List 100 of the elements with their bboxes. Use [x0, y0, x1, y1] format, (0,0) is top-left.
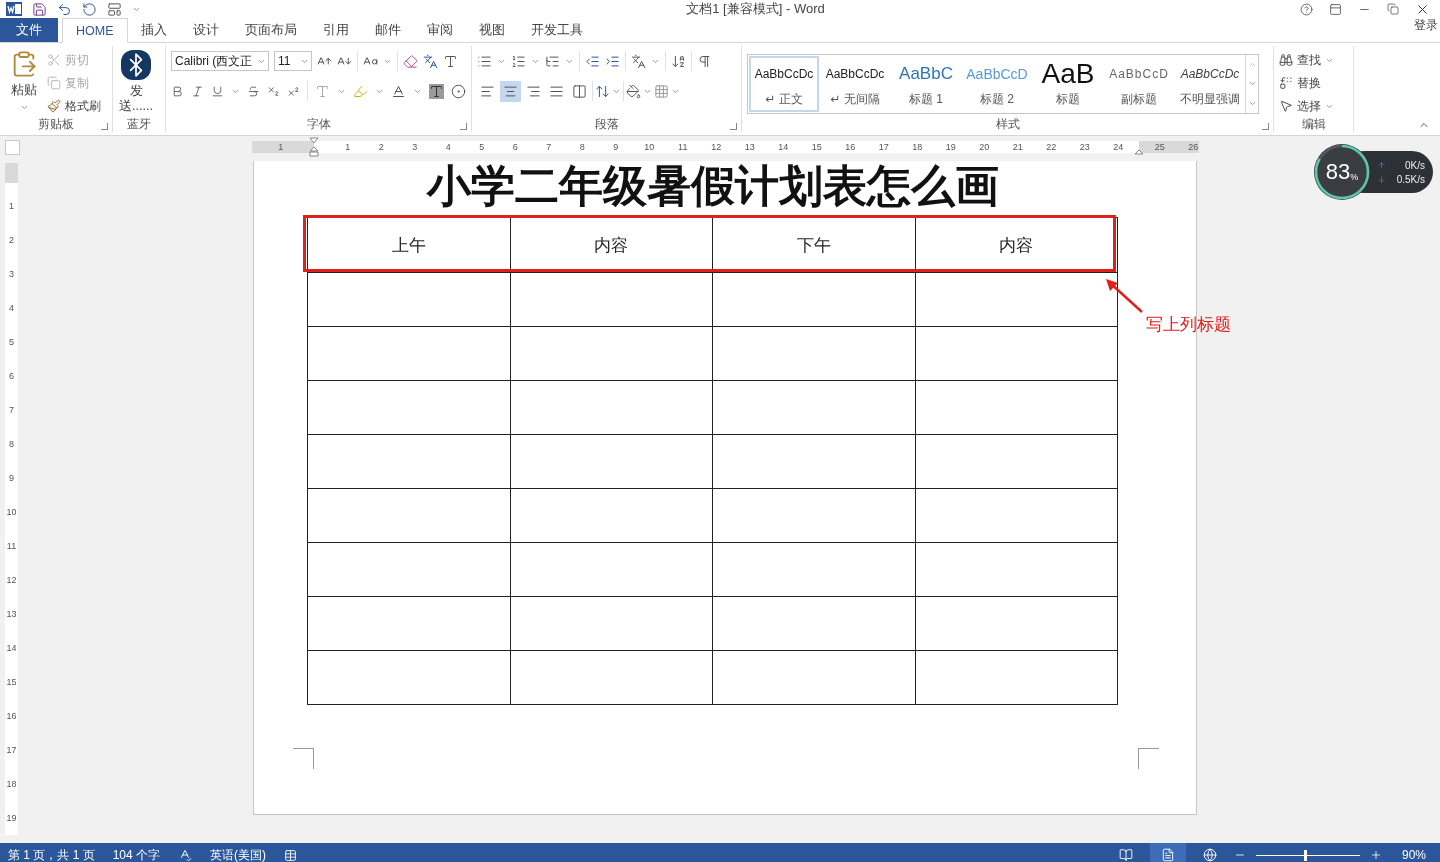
underline-icon[interactable] [211, 84, 224, 98]
book-icon [1118, 848, 1133, 862]
distribute-icon [572, 83, 587, 99]
style-item[interactable]: AaBbCcD 标题 2 [962, 56, 1032, 112]
bullets-icon[interactable] [477, 53, 492, 69]
bold-icon[interactable] [171, 84, 184, 98]
style-item[interactable]: AaBbCcDc ↵ 无间隔 [820, 56, 890, 112]
text-effects-icon[interactable] [315, 83, 330, 99]
sort-icon[interactable] [671, 53, 686, 69]
percent-unit: % [1350, 172, 1359, 182]
clipboard-button[interactable]: 格式刷 [47, 96, 101, 116]
editing-button[interactable]: 查找 [1279, 50, 1334, 70]
font-size-field[interactable]: 11 [274, 51, 312, 71]
decrease-indent-icon[interactable] [585, 53, 600, 69]
character-shading-icon[interactable] [429, 83, 444, 99]
justify-icon [549, 83, 564, 99]
leader-line [1105, 278, 1145, 314]
ribbon-tab[interactable]: 审阅 [413, 18, 466, 42]
vertical-ruler: 1 2 3 4 5 6 7 8 9 10 11 12 13 14 15 16 17 18 19 [5, 163, 18, 835]
ribbon-tab[interactable]: 插入 [127, 18, 180, 42]
enclose-character-icon[interactable] [451, 83, 466, 99]
word-count[interactable]: 104 个字 [112, 846, 161, 862]
eraser-icon[interactable] [403, 53, 418, 69]
show-marks-icon[interactable] [697, 53, 712, 69]
ribbon-tab[interactable]: 开发工具 [517, 18, 596, 42]
proofing-icon[interactable] [178, 848, 193, 862]
font-name-field[interactable]: Calibri (西文正 [171, 51, 269, 71]
group-label: 剪贴板 [38, 115, 74, 133]
group-label: 编辑 [1301, 115, 1326, 133]
superscript-icon[interactable] [287, 84, 300, 98]
view-button[interactable] [1149, 843, 1186, 862]
ribbon-tab[interactable]: HOME [62, 18, 128, 43]
character-border-icon[interactable] [443, 53, 458, 69]
page-icon [1160, 848, 1175, 862]
save-icon[interactable] [32, 1, 47, 17]
sign-in-link[interactable]: 登录 [1414, 16, 1440, 44]
ribbon-tab[interactable]: 视图 [465, 18, 518, 42]
ribbon-tab[interactable]: 文件 [0, 18, 58, 42]
paintbrush-icon[interactable] [47, 99, 61, 113]
align-center-icon [503, 83, 518, 99]
upload-icon[interactable] [1377, 160, 1386, 170]
zoom-thumb[interactable] [1303, 849, 1307, 861]
italic-icon[interactable] [191, 84, 204, 98]
pointer-icon[interactable] [1279, 99, 1293, 113]
ribbon-display-icon[interactable] [1329, 2, 1342, 16]
globe-icon [1202, 848, 1217, 862]
ribbon-tab[interactable]: 设计 [179, 18, 232, 42]
language-label[interactable]: 英语(美国) [210, 846, 267, 862]
column-header: 上午 [307, 217, 510, 273]
highlighter-icon[interactable] [353, 83, 368, 99]
line-spacing-icon[interactable] [595, 83, 610, 99]
bluetooth-icon[interactable] [121, 50, 151, 80]
style-item[interactable]: AaBbC 标题 1 [891, 56, 961, 112]
style-item[interactable]: AaB 标题 [1033, 56, 1103, 112]
download-icon[interactable] [1377, 174, 1386, 184]
macro-icon[interactable] [284, 848, 298, 862]
redo-icon[interactable] [82, 1, 97, 17]
subscript-icon[interactable] [267, 84, 280, 98]
style-item[interactable]: AaBbCcDc 不明显强调 [1175, 56, 1245, 112]
phonetic-guide-icon[interactable] [423, 53, 438, 69]
shading-icon[interactable] [626, 83, 641, 99]
word-logo-icon[interactable] [6, 1, 22, 17]
undo-icon[interactable] [57, 1, 72, 17]
zoom-in-icon[interactable] [1369, 849, 1382, 861]
column-header: 下午 [712, 217, 915, 273]
zoom-level[interactable]: 90% [1401, 848, 1426, 862]
restore-icon[interactable] [1387, 3, 1399, 15]
indent-marker-icon[interactable] [309, 137, 319, 157]
style-item[interactable]: AaBbCcDc ↵ 正文 [749, 56, 819, 112]
corner-mark [1138, 748, 1159, 769]
ribbon-tab[interactable]: 邮件 [361, 18, 414, 42]
binoculars-icon[interactable] [1279, 53, 1293, 67]
increase-indent-icon[interactable] [605, 53, 620, 69]
strikethrough-icon[interactable] [247, 84, 260, 98]
paste-button[interactable]: 粘贴 [11, 82, 37, 99]
borders-icon[interactable] [654, 83, 669, 99]
touch-mode-icon[interactable] [107, 1, 122, 17]
numbering-icon[interactable] [511, 53, 526, 69]
font-color-icon[interactable] [391, 83, 406, 99]
indent-marker-icon[interactable] [1134, 149, 1144, 157]
multilevel-list-icon[interactable] [545, 53, 560, 69]
ribbon-tab[interactable]: 页面布局 [231, 18, 310, 42]
column-header: 内容 [915, 217, 1118, 273]
send-button[interactable]: 发送...... [119, 84, 153, 114]
annotation-text: 写上列标题 [1146, 314, 1231, 336]
alignment-button[interactable] [500, 80, 521, 102]
page-count[interactable]: 第 1 页，共 1 页 [8, 846, 95, 862]
replace-icon[interactable] [1279, 76, 1293, 90]
document-title: 小学二年级暑假计划表怎么画 [425, 161, 1000, 211]
group-label: 蓝牙 [127, 115, 151, 133]
help-icon[interactable] [1300, 2, 1313, 16]
style-item[interactable]: AaBbCcD 副标题 [1104, 56, 1174, 112]
ribbon-tab[interactable]: 引用 [309, 18, 362, 42]
align-left-icon [480, 83, 495, 99]
asian-layout-icon[interactable] [631, 53, 646, 69]
caret-icon[interactable] [19, 103, 29, 112]
group-label: 样式 [995, 115, 1020, 133]
editing-button[interactable]: 替换 [1279, 73, 1334, 93]
editing-button[interactable]: 选择 [1279, 96, 1334, 116]
download-speed: 0.5K/s [1396, 173, 1425, 185]
